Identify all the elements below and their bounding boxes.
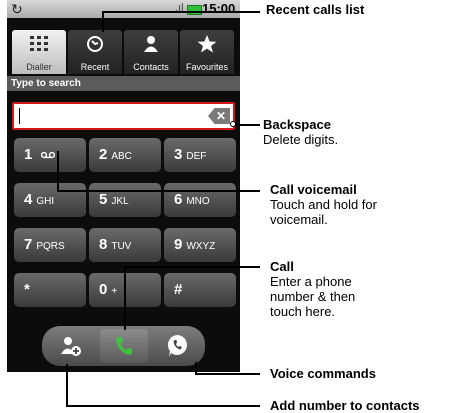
key-2[interactable]: 2 ABC <box>89 138 161 172</box>
battery-icon <box>187 5 202 15</box>
tab-label: Recent <box>80 62 110 72</box>
tab-label: Contacts <box>133 62 169 72</box>
key-6[interactable]: 6 MNO <box>164 183 236 217</box>
sync-icon: ↻ <box>11 1 23 17</box>
tab-recent[interactable]: Recent <box>68 30 122 74</box>
callout-recent: Recent calls list <box>266 2 365 17</box>
tab-label: Favourites <box>185 62 229 72</box>
add-to-contacts-button[interactable] <box>48 329 94 363</box>
call-button[interactable] <box>100 329 148 363</box>
action-bar <box>42 326 205 366</box>
key-star[interactable]: * <box>14 273 86 307</box>
voice-command-icon <box>166 334 188 357</box>
add-contact-icon <box>60 336 82 356</box>
key-5[interactable]: 5 JKL <box>89 183 161 217</box>
callout-line <box>124 266 126 330</box>
key-4[interactable]: 4 GHI <box>14 183 86 217</box>
status-bar: ↻ .ıl 15:00 <box>7 0 240 18</box>
key-9[interactable]: 9 WXYZ <box>164 228 236 262</box>
callout-line <box>124 266 260 268</box>
callout-line <box>57 190 260 192</box>
callout-line <box>66 364 68 406</box>
key-7[interactable]: 7 PQRS <box>14 228 86 262</box>
tab-dialler[interactable]: Dialler <box>12 30 66 74</box>
tab-label: Dialler <box>26 62 52 72</box>
search-input[interactable]: ✕ <box>12 102 235 130</box>
text-cursor <box>19 108 20 124</box>
tab-contacts[interactable]: Contacts <box>124 30 178 74</box>
recent-calls-icon <box>68 30 122 56</box>
callout-line <box>235 124 260 126</box>
callout-line <box>102 11 260 13</box>
tab-bar: Dialler Recent Contacts Favourites <box>7 30 240 74</box>
voice-commands-button[interactable] <box>154 329 200 363</box>
callout-line <box>66 405 260 407</box>
key-8[interactable]: 8 TUV <box>89 228 161 262</box>
grid-icon <box>12 30 66 56</box>
key-3[interactable]: 3 DEF <box>164 138 236 172</box>
status-time: 15:00 <box>202 1 236 16</box>
callout-backspace: Backspace Delete digits. <box>263 117 339 147</box>
star-icon <box>180 30 234 56</box>
backspace-button[interactable]: ✕ <box>208 108 230 124</box>
callout-line <box>195 373 260 375</box>
tab-favourites[interactable]: Favourites <box>180 30 234 74</box>
search-label: Type to search <box>7 76 240 91</box>
person-icon <box>124 30 178 56</box>
key-1[interactable]: 1 <box>14 138 86 172</box>
callout-add: Add number to contacts <box>270 398 420 413</box>
voicemail-icon <box>40 151 55 162</box>
callout-voice: Voice commands <box>270 366 376 381</box>
callout-voicemail: Call voicemail Touch and hold for voicem… <box>270 182 377 227</box>
callout-line <box>102 12 104 32</box>
phone-icon <box>114 336 134 355</box>
callout-call: Call Enter a phone number & then touch h… <box>270 259 356 319</box>
callout-line <box>57 151 59 191</box>
key-hash[interactable]: # <box>164 273 236 307</box>
